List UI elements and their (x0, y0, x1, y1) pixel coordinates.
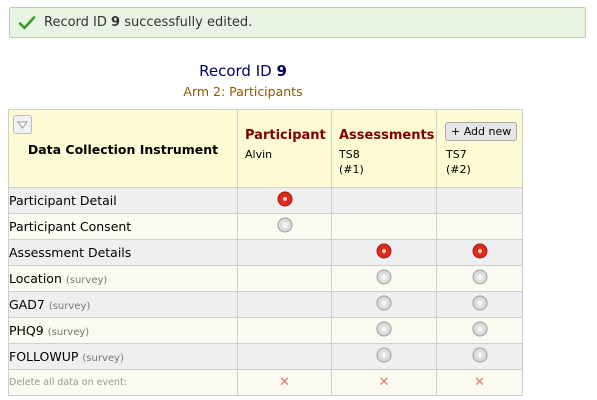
table-row: GAD7 (survey) (8, 291, 523, 318)
delete-label: Delete all data on event: (8, 369, 238, 396)
event-subtitle: Alvin (245, 148, 273, 161)
status-empty-icon[interactable] (376, 295, 392, 314)
status-cell (237, 343, 332, 370)
status-cell (331, 265, 437, 292)
form-name-cell: PHQ9 (survey) (8, 317, 238, 344)
status-cell (436, 213, 523, 240)
survey-tag: (survey) (47, 327, 90, 338)
event-title: Participant (245, 128, 326, 143)
status-incomplete-icon[interactable] (277, 191, 293, 210)
form-name-cell: Participant Detail (8, 187, 238, 214)
instrument-header-cell: Data Collection Instrument (8, 109, 238, 188)
status-cell (436, 343, 523, 370)
form-name-cell: Participant Consent (8, 213, 238, 240)
status-empty-icon[interactable] (472, 269, 488, 288)
delete-x-icon[interactable]: ✕ (279, 375, 290, 390)
status-cell (436, 239, 523, 266)
status-incomplete-icon[interactable] (472, 243, 488, 262)
status-empty-icon[interactable] (472, 347, 488, 366)
table-row: Participant Consent (8, 213, 523, 240)
status-cell (237, 187, 332, 214)
status-empty-icon[interactable] (376, 321, 392, 340)
form-name: Participant Consent (9, 219, 132, 234)
survey-tag: (survey) (65, 275, 108, 286)
collapse-toggle-button[interactable] (13, 115, 32, 134)
delete-event-row: Delete all data on event: ✕ ✕ ✕ (8, 369, 523, 396)
success-alert: Record ID 9 successfully edited. (9, 7, 586, 38)
status-cell (436, 187, 523, 214)
table-row: PHQ9 (survey) (8, 317, 523, 344)
status-cell (331, 213, 437, 240)
status-incomplete-icon[interactable] (376, 243, 392, 262)
record-title: Record ID 9 (199, 62, 287, 80)
status-empty-icon[interactable] (376, 347, 392, 366)
status-empty-icon[interactable] (376, 269, 392, 288)
survey-tag: (survey) (48, 301, 91, 312)
status-cell (436, 291, 523, 318)
event-header-repeat: + Add new TS7 (#2) (436, 109, 523, 188)
event-header-assessments: Assessments TS8 (#1) (331, 109, 437, 188)
triangle-down-icon (17, 121, 28, 129)
survey-tag: (survey) (82, 353, 124, 364)
table-row: Participant Detail (8, 187, 523, 214)
delete-cell: ✕ (237, 369, 332, 396)
status-empty-icon[interactable] (472, 321, 488, 340)
form-name: Participant Detail (9, 193, 117, 208)
form-name-cell: FOLLOWUP (survey) (8, 343, 238, 370)
delete-x-icon[interactable]: ✕ (379, 375, 390, 390)
delete-cell: ✕ (436, 369, 523, 396)
table-row: Assessment Details (8, 239, 523, 266)
delete-x-icon[interactable]: ✕ (474, 375, 485, 390)
status-cell (436, 317, 523, 344)
status-cell (331, 343, 437, 370)
form-name: Location (9, 271, 62, 286)
form-name: FOLLOWUP (9, 349, 79, 364)
status-cell (237, 317, 332, 344)
event-grid: Data Collection Instrument Participant A… (8, 109, 523, 396)
event-header-participant: Participant Alvin (237, 109, 332, 188)
add-new-button[interactable]: + Add new (445, 122, 518, 141)
status-cell (237, 239, 332, 266)
status-empty-icon[interactable] (472, 295, 488, 314)
table-row: FOLLOWUP (survey) (8, 343, 523, 370)
form-name-cell: Assessment Details (8, 239, 238, 266)
event-subtitle: TS7 (#2) (446, 148, 471, 176)
status-cell (237, 265, 332, 292)
status-cell (436, 265, 523, 292)
event-title: Assessments (339, 128, 435, 143)
form-name: GAD7 (9, 297, 45, 312)
form-name: PHQ9 (9, 323, 44, 338)
status-cell (331, 317, 437, 344)
alert-message: Record ID 9 successfully edited. (44, 15, 253, 30)
event-subtitle: TS8 (#1) (339, 148, 364, 176)
delete-cell: ✕ (331, 369, 437, 396)
status-cell (331, 239, 437, 266)
status-cell (237, 291, 332, 318)
form-name-cell: Location (survey) (8, 265, 238, 292)
status-empty-icon[interactable] (277, 217, 293, 236)
checkmark-icon (18, 14, 36, 32)
instrument-header: Data Collection Instrument (27, 142, 219, 157)
status-cell (331, 187, 437, 214)
form-name: Assessment Details (9, 245, 132, 260)
arm-label: Arm 2: Participants (183, 84, 303, 99)
status-cell (331, 291, 437, 318)
table-row: Location (survey) (8, 265, 523, 292)
form-name-cell: GAD7 (survey) (8, 291, 238, 318)
status-cell (237, 213, 332, 240)
